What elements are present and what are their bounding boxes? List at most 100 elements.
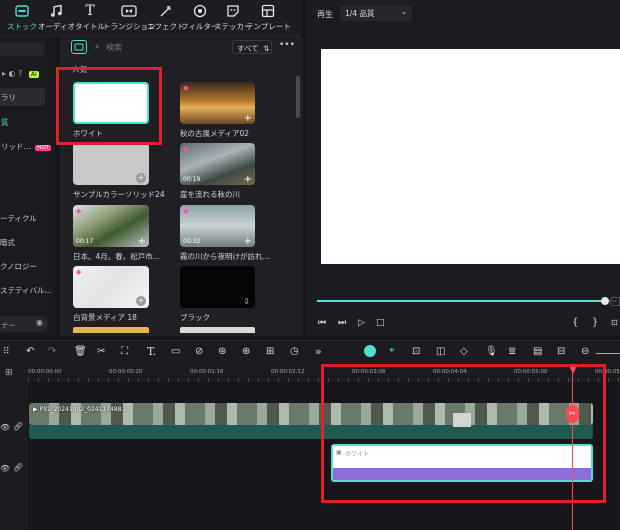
more-controls-icon[interactable]: ⊡ — [611, 318, 618, 327]
tab-effect[interactable]: エフェクト — [147, 3, 185, 33]
prev-frame-icon[interactable]: ⏮ — [318, 318, 326, 328]
media-thumb-autumn[interactable]: ◆ + — [180, 82, 255, 124]
zoom-out-icon[interactable]: ⊖ — [581, 346, 589, 357]
ai-assist-icon[interactable] — [364, 345, 376, 357]
stop-icon[interactable]: □ — [376, 318, 385, 328]
delete-icon[interactable]: 🗑︎ — [74, 346, 87, 357]
template-icon — [260, 3, 276, 19]
shield-icon[interactable]: ◇ — [460, 346, 468, 357]
add-icon[interactable]: + — [138, 236, 146, 247]
grid-icon[interactable]: ⠿ — [3, 347, 10, 357]
snap-icon[interactable]: ⌖ — [389, 345, 395, 356]
play-icon[interactable]: ▷ — [358, 318, 365, 328]
sidebar-item-label: ナー — [1, 321, 16, 330]
text-icon[interactable]: T. — [147, 345, 156, 358]
sidebar-item-particle[interactable]: ーティクル — [0, 213, 37, 224]
tab-audio[interactable]: オーディオ — [38, 3, 75, 33]
filter-icon — [192, 3, 208, 19]
sidebar-item-style[interactable]: 暗式 — [0, 237, 15, 248]
eye-icon[interactable]: 👁︎ — [0, 423, 10, 432]
add-icon[interactable]: + — [244, 174, 252, 185]
sidebar-item-label: リッド... — [1, 142, 31, 151]
preview-canvas[interactable] — [321, 49, 620, 264]
audio-link-icon[interactable]: 🔗︎ — [13, 463, 23, 472]
speed-icon[interactable]: ◷ — [290, 346, 299, 357]
media-thumb-partial[interactable] — [73, 327, 149, 333]
sidebar-item-icons[interactable]: ▸ ◐ ? AI — [2, 69, 39, 78]
premium-gem-icon: ◆ — [183, 207, 189, 215]
add-icon[interactable]: + — [244, 113, 252, 124]
sidebar-item-label: ラリ — [1, 93, 16, 102]
play-frame-icon[interactable]: ⏭ — [338, 318, 346, 328]
expand-toolbar-icon[interactable]: » — [315, 345, 322, 358]
media-scrollbar[interactable] — [296, 76, 300, 118]
add-icon[interactable]: + — [244, 236, 252, 247]
tab-label: フィルター — [181, 22, 219, 31]
sticker-icon — [225, 3, 241, 19]
media-thumb-white-bg[interactable]: ◆ + — [73, 266, 149, 308]
category-sidebar: ▸ ◐ ? AI ラリ 質 リッド... HOT ーティクル 暗式 クノロジー … — [0, 36, 55, 336]
effects-icon[interactable]: ⊕ — [242, 346, 250, 357]
sidebar-search-box[interactable] — [0, 42, 45, 56]
media-thumb-solid[interactable]: + — [73, 143, 149, 185]
transition-icon — [121, 3, 137, 19]
eye-icon[interactable]: 👁︎ — [0, 464, 10, 473]
zoom-slider[interactable] — [596, 353, 620, 354]
tab-stock[interactable]: ストック — [7, 3, 37, 33]
audio-adjust-icon[interactable]: ⊘ — [195, 346, 203, 357]
color-icon[interactable]: ⊛ — [218, 346, 226, 357]
tab-filter[interactable]: フィルター — [181, 3, 218, 33]
media-item-label: 日本。4月。春。松戸市... — [73, 252, 160, 261]
tab-template[interactable]: テンプレート — [246, 3, 291, 33]
ai-edit-icon[interactable]: ⊞ — [266, 346, 274, 357]
quality-dropdown[interactable]: 1/4 品質 ⌄ — [340, 5, 412, 21]
sidebar-item-festival[interactable]: ステティバル... — [0, 285, 52, 296]
media-type-toggle[interactable] — [71, 40, 87, 54]
premium-gem-icon: ◆ — [183, 84, 189, 92]
asset-tab-bar: ストック オーディオ T タイトル トランジション エフェクト フィルター ステ… — [0, 0, 302, 36]
music-icon — [48, 3, 64, 19]
media-item-label: 霧の川から夜明けが訪れ... — [180, 252, 270, 261]
duration-label: 00:19 — [183, 176, 201, 183]
sidebar-item-technology[interactable]: クノロジー — [0, 261, 37, 272]
playback-track[interactable] — [317, 297, 617, 305]
sidebar-bottom-button[interactable]: ナー ◉ — [0, 316, 48, 332]
redo-icon[interactable]: ↷ — [48, 346, 56, 357]
sidebar-item-library[interactable]: ラリ — [0, 88, 45, 106]
sidebar-item-quality[interactable]: 質 — [1, 117, 9, 128]
media-thumb-river[interactable]: ◆ 00:19 + — [180, 143, 255, 185]
track-header-column — [0, 382, 28, 530]
search-icon: ⌕ — [95, 42, 100, 51]
more-options-icon[interactable]: ••• — [279, 40, 295, 50]
media-thumb-black[interactable]: ⇩ — [180, 266, 255, 308]
add-icon[interactable]: + — [136, 173, 146, 183]
add-icon[interactable]: + — [136, 296, 146, 306]
playhead-knob[interactable] — [601, 297, 609, 305]
media-item-label: サンプルカラーソリッド24 — [73, 190, 165, 199]
search-input[interactable] — [106, 40, 226, 54]
media-thumb-spring[interactable]: ◆ 00:17 + — [73, 205, 149, 247]
media-thumb-partial[interactable] — [180, 327, 255, 333]
layout-icon[interactable]: ⊟ — [557, 346, 565, 357]
mic-icon[interactable]: 🎙︎ — [485, 346, 498, 357]
add-track-icon[interactable]: ⊞ — [5, 368, 13, 378]
mark-out-icon[interactable]: } — [592, 317, 598, 328]
undo-icon[interactable]: ↶ — [26, 346, 34, 357]
media-thumb-mist[interactable]: ◆ 00:32 + — [180, 205, 255, 247]
mark-in-icon[interactable]: { — [572, 317, 578, 328]
sidebar-item-solid[interactable]: リッド... HOT — [1, 141, 52, 152]
media-item-label: 秋の古風メディア02 — [180, 129, 250, 138]
music-list-icon[interactable]: ≣ — [508, 346, 516, 357]
shape-icon[interactable]: ▭ — [171, 346, 180, 357]
tab-title[interactable]: T タイトル — [75, 3, 105, 33]
download-icon[interactable]: ⇩ — [243, 297, 250, 306]
timeline-toolbar: ⠿ ↶ ↷ 🗑︎ ✂ ⛶ T. ▭ ⊘ ⊛ ⊕ ⊞ ◷ » ⌖ ⊡ ◫ ◇ 🎙︎… — [0, 340, 620, 366]
split-icon[interactable]: ✂ — [97, 346, 105, 357]
record-screen-icon[interactable]: ⊡ — [412, 346, 420, 357]
filter-dropdown[interactable]: すべて ⇅ — [232, 40, 272, 54]
mixer-icon[interactable]: ▤ — [533, 346, 542, 357]
audio-track-icon[interactable]: ◫ — [436, 346, 445, 357]
crop-icon[interactable]: ⛶ — [121, 346, 128, 357]
highlight-box — [321, 364, 606, 503]
audio-link-icon[interactable]: 🔗︎ — [13, 422, 23, 431]
